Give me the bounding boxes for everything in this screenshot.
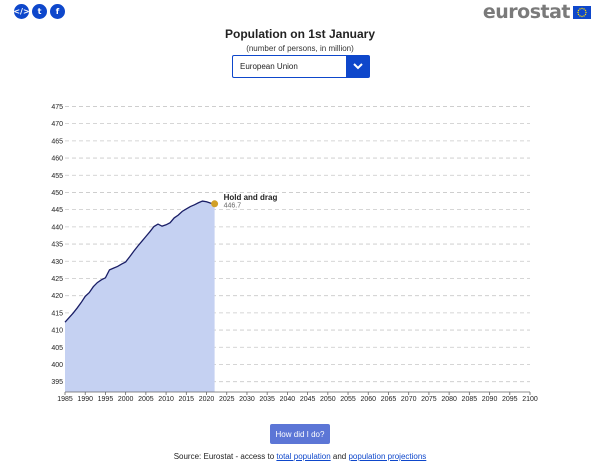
x-tick-label: 2095 — [502, 396, 518, 403]
y-tick-label: 410 — [51, 328, 63, 335]
y-tick-label: 395 — [51, 379, 63, 386]
y-tick-label: 470 — [51, 121, 63, 128]
x-tick-label: 2030 — [239, 396, 255, 403]
y-tick-label: 430 — [51, 259, 63, 266]
x-tick-label: 2015 — [179, 396, 195, 403]
x-tick-label: 2065 — [381, 396, 397, 403]
x-tick-label: 2075 — [421, 396, 437, 403]
y-tick-label: 425 — [51, 276, 63, 283]
drag-handle[interactable] — [211, 200, 219, 208]
source-prefix: Source: Eurostat - access to — [173, 452, 277, 461]
y-tick-label: 475 — [51, 104, 63, 111]
x-tick-label: 2035 — [259, 396, 275, 403]
x-tick-label: 1990 — [77, 396, 93, 403]
x-tick-label: 1995 — [98, 396, 114, 403]
y-tick-label: 405 — [51, 345, 63, 352]
hold-and-drag-label: Hold and drag — [224, 193, 278, 202]
source-middle: and — [330, 452, 349, 461]
current-value-label: 446.7 — [224, 202, 242, 209]
x-tick-label: 2000 — [118, 396, 134, 403]
x-tick-label: 2060 — [360, 396, 376, 403]
y-tick-label: 440 — [51, 224, 63, 231]
total-population-link[interactable]: total population — [276, 452, 330, 461]
y-tick-label: 445 — [51, 207, 63, 214]
x-tick-label: 2085 — [462, 396, 478, 403]
x-tick-label: 2045 — [300, 396, 316, 403]
y-tick-label: 420 — [51, 293, 63, 300]
x-tick-label: 2005 — [138, 396, 154, 403]
y-tick-label: 460 — [51, 156, 63, 163]
y-tick-label: 465 — [51, 138, 63, 145]
x-tick-label: 2040 — [280, 396, 296, 403]
x-tick-label: 2025 — [219, 396, 235, 403]
population-chart[interactable]: 395 400 405 410 415 420 425 430 435 440 445 450 455 4… — [0, 0, 600, 468]
series-area — [65, 201, 215, 392]
y-tick-label: 415 — [51, 310, 63, 317]
x-tick-label: 2070 — [401, 396, 417, 403]
x-tick-label: 2010 — [158, 396, 174, 403]
x-tick-label: 2050 — [320, 396, 336, 403]
x-tick-label: 2055 — [340, 396, 356, 403]
y-tick-label: 455 — [51, 173, 63, 180]
y-tick-label: 450 — [51, 190, 63, 197]
x-tick-label: 1985 — [57, 396, 73, 403]
population-projections-link[interactable]: population projections — [348, 452, 426, 461]
y-tick-label: 435 — [51, 242, 63, 249]
x-tick-label: 2080 — [441, 396, 457, 403]
source-note: Source: Eurostat - access to total popul… — [0, 452, 600, 461]
how-did-i-do-button[interactable]: How did I do? — [270, 424, 330, 444]
x-tick-label: 2100 — [522, 396, 538, 403]
y-tick-label: 400 — [51, 362, 63, 369]
x-tick-label: 2090 — [482, 396, 498, 403]
x-tick-label: 2020 — [199, 396, 215, 403]
